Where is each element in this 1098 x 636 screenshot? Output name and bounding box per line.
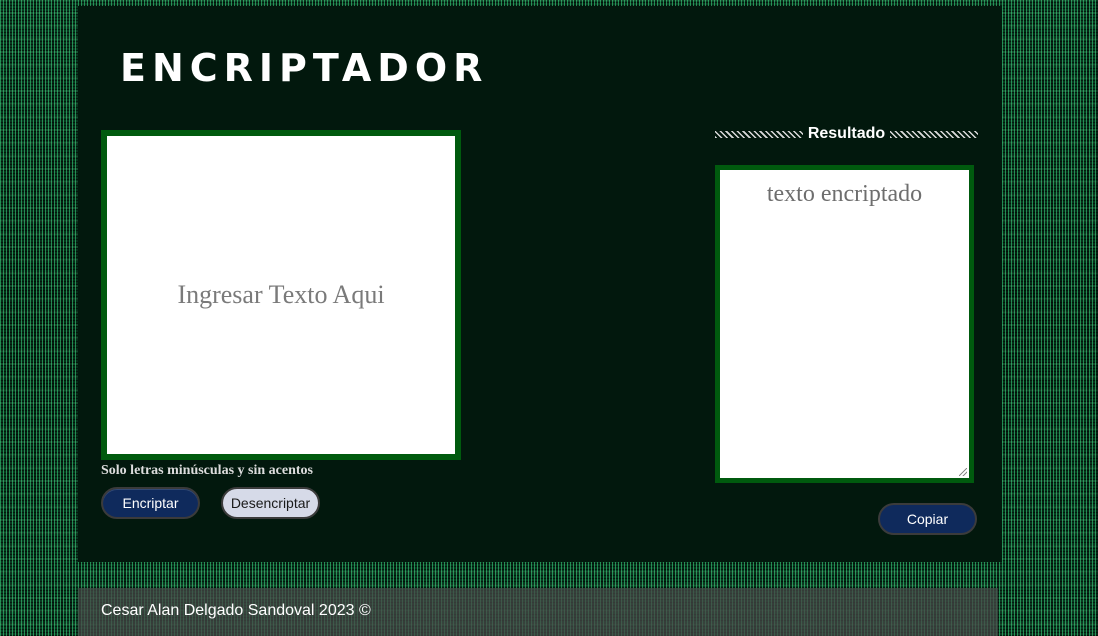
text-input-placeholder: Ingresar Texto Aqui [177, 280, 385, 309]
resize-grip-icon[interactable] [959, 468, 967, 476]
copy-button[interactable]: Copiar [878, 503, 977, 535]
result-heading: Resultado [807, 125, 886, 142]
result-output-placeholder: texto encriptado [766, 181, 923, 207]
input-hint: Solo letras minúsculas y sin acentos [101, 463, 313, 478]
page-title: ENCRIPTADOR [120, 46, 489, 90]
text-input-area[interactable]: Ingresar Texto Aqui [101, 130, 461, 460]
result-header-right-decoration [890, 130, 978, 138]
encrypt-button[interactable]: Encriptar [101, 487, 200, 519]
result-output-area[interactable]: texto encriptado [715, 165, 974, 483]
footer-credit: Cesar Alan Delgado Sandoval 2023 © [101, 602, 371, 619]
result-header: Resultado [715, 125, 978, 143]
decrypt-button[interactable]: Desencriptar [221, 487, 320, 519]
footer: Cesar Alan Delgado Sandoval 2023 © [78, 588, 998, 636]
result-header-left-decoration [715, 130, 803, 138]
